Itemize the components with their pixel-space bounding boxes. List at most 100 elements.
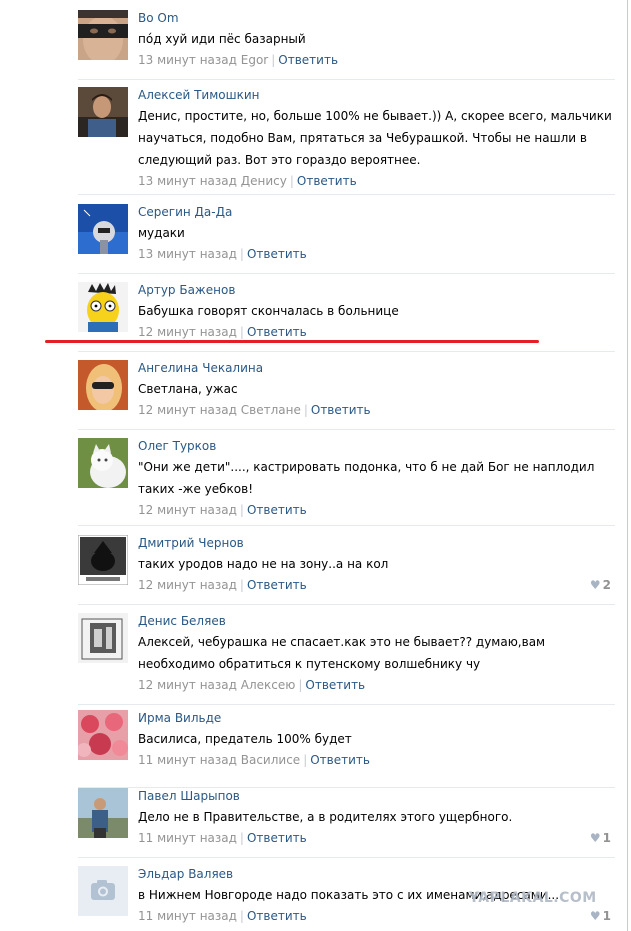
avatar[interactable] [78, 438, 128, 488]
comment-item: Павел Шарыпов Дело не в Правительстве, а… [78, 788, 615, 858]
avatar[interactable] [78, 282, 128, 332]
reply-to[interactable]: Алексею [241, 678, 296, 692]
author-name[interactable]: Олег Турков [138, 438, 615, 454]
divider [78, 704, 615, 705]
comment-item: Олег Турков "Они же дети"...., кастриров… [78, 438, 615, 526]
comment-text: "Они же дети"...., кастрировать подонка,… [138, 460, 595, 496]
reply-button[interactable]: Ответить [247, 325, 307, 339]
timestamp[interactable]: 13 минут назад [138, 53, 237, 67]
comment-item: Ангелина Чекалина Светлана, ужас 12 мину… [78, 360, 615, 430]
comment-meta: 12 минут назад | Ответить [138, 324, 615, 340]
comment-text: пóд хуй иди пёс базарный [138, 32, 306, 46]
timestamp[interactable]: 12 минут назад [138, 403, 237, 417]
reply-button[interactable]: Ответить [311, 403, 371, 417]
reply-button[interactable]: Ответить [247, 247, 307, 261]
like-button[interactable]: ♥ 1 [590, 909, 611, 923]
timestamp[interactable]: 11 минут назад [138, 831, 237, 845]
divider [78, 79, 615, 80]
author-name[interactable]: Эльдар Валяев [138, 866, 615, 882]
comment-item: Ирма Вильде Василиса, предатель 100% буд… [78, 710, 615, 788]
reply-button[interactable]: Ответить [247, 503, 307, 517]
divider [78, 525, 615, 526]
comment-meta: 12 минут назад | Ответить [138, 502, 615, 518]
reply-button[interactable]: Ответить [310, 753, 370, 767]
comment-text: Василиса, предатель 100% будет [138, 732, 352, 746]
comment-text: Денис, простите, но, больше 100% не быва… [138, 109, 612, 167]
comment-text: Бабушка говорят скончалась в больнице [138, 304, 399, 318]
like-count: 2 [602, 578, 611, 592]
like-count: 1 [602, 831, 611, 845]
avatar[interactable] [78, 866, 128, 916]
comment-item: Серегин Да-Да мудаки 13 минут назад | Отве… [78, 204, 615, 274]
separator: | [239, 247, 244, 261]
comment-meta: 11 минут назад | Ответить [138, 830, 615, 846]
separator: | [239, 909, 244, 923]
separator: | [303, 753, 308, 767]
heart-icon: ♥ [589, 909, 601, 923]
separator: | [271, 53, 276, 67]
timestamp[interactable]: 11 минут назад [138, 909, 237, 923]
timestamp[interactable]: 12 минут назад [138, 578, 237, 592]
comment-text: Алексей, чебурашка не спасает.как это не… [138, 635, 546, 671]
author-name[interactable]: Алексей Тимошкин [138, 87, 615, 103]
watermark-logo: YAPLAKAL.COM [469, 890, 597, 906]
avatar[interactable] [78, 613, 128, 663]
author-name[interactable]: Ирма Вильде [138, 710, 615, 726]
comment-item: Алексей Тимошкин Денис, простите, но, бо… [78, 87, 615, 195]
author-name[interactable]: Артур Баженов [138, 282, 615, 298]
timestamp[interactable]: 13 минут назад [138, 174, 237, 188]
author-name[interactable]: Серегин Да-Да [138, 204, 615, 220]
comment-meta: 13 минут назад | Ответить [138, 246, 615, 262]
reply-button[interactable]: Ответить [305, 678, 365, 692]
separator: | [239, 325, 244, 339]
reply-to[interactable]: Светлане [241, 403, 301, 417]
avatar[interactable] [78, 10, 128, 60]
avatar[interactable] [78, 204, 128, 254]
comment-meta: 13 минут назад Egor | Ответить [138, 52, 615, 68]
author-name[interactable]: Денис Беляев [138, 613, 615, 629]
like-button[interactable]: ♥ 1 [590, 831, 611, 845]
heart-icon: ♥ [589, 831, 601, 845]
comment-meta: 12 минут назад Светлане | Ответить [138, 402, 615, 418]
separator: | [298, 678, 303, 692]
timestamp[interactable]: 12 минут назад [138, 503, 237, 517]
avatar[interactable] [78, 87, 128, 137]
reply-button[interactable]: Ответить [247, 578, 307, 592]
divider [78, 429, 615, 430]
separator: | [239, 503, 244, 517]
author-name[interactable]: Дмитрий Чернов [138, 535, 615, 551]
comment-text: таких уродов надо не на зону..а на кол [138, 557, 389, 571]
timestamp[interactable]: 12 минут назад [138, 325, 237, 339]
comment-item: Дмитрий Чернов таких уродов надо не на з… [78, 535, 615, 605]
reply-to[interactable]: Egor [241, 53, 268, 67]
divider [78, 857, 615, 858]
reply-button[interactable]: Ответить [297, 174, 357, 188]
avatar[interactable] [78, 710, 128, 760]
timestamp[interactable]: 12 минут назад [138, 678, 237, 692]
avatar[interactable] [78, 360, 128, 410]
like-count: 1 [602, 909, 611, 923]
reply-button[interactable]: Ответить [247, 831, 307, 845]
frame-border [627, 0, 628, 931]
reply-button[interactable]: Ответить [278, 53, 338, 67]
comment-text: мудаки [138, 226, 185, 240]
timestamp[interactable]: 11 минут назад [138, 753, 237, 767]
reply-button[interactable]: Ответить [247, 909, 307, 923]
separator: | [239, 831, 244, 845]
comment-meta: 11 минут назад | Ответить [138, 908, 615, 924]
comment-item: Денис Беляев Алексей, чебурашка не спаса… [78, 613, 615, 705]
comment-meta: 11 минут назад Василисе | Ответить [138, 752, 615, 768]
avatar[interactable] [78, 788, 128, 838]
author-name[interactable]: Bo Om [138, 10, 615, 26]
divider [78, 604, 615, 605]
reply-to[interactable]: Денису [241, 174, 287, 188]
comment-item: Bo Om пóд хуй иди пёс базарный 13 минут … [78, 10, 615, 80]
author-name[interactable]: Ангелина Чекалина [138, 360, 615, 376]
author-name[interactable]: Павел Шарыпов [138, 788, 615, 804]
avatar[interactable] [78, 535, 128, 585]
timestamp[interactable]: 13 минут назад [138, 247, 237, 261]
divider [78, 194, 615, 195]
like-button[interactable]: ♥ 2 [590, 578, 611, 592]
comment-meta: 12 минут назад Алексею | Ответить [138, 677, 615, 693]
reply-to[interactable]: Василисе [241, 753, 300, 767]
